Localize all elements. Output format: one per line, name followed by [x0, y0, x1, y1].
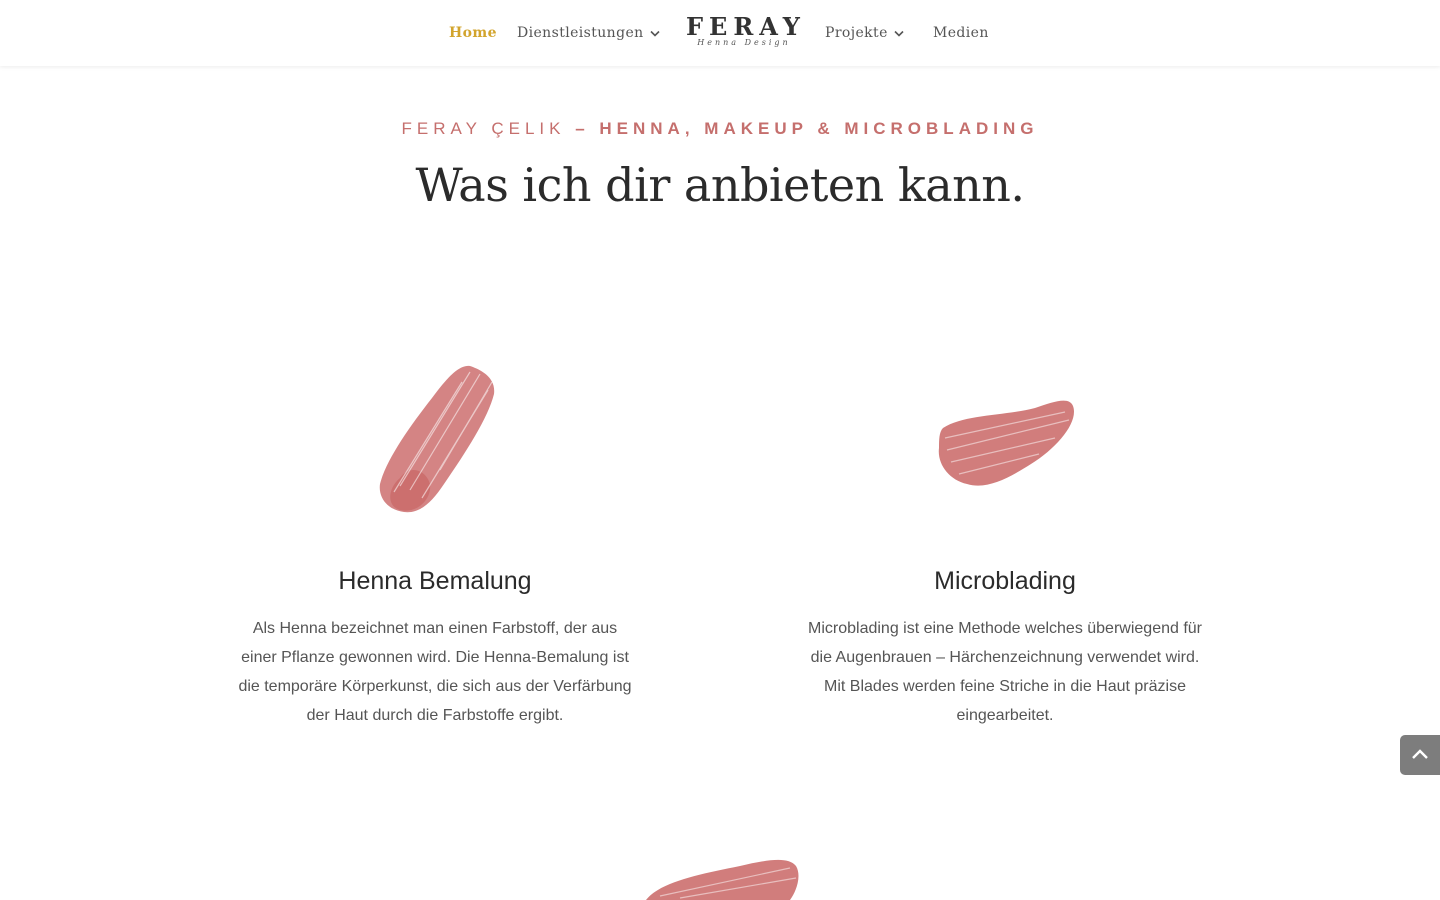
nav-item-label: Dienstleistungen — [517, 25, 644, 41]
page-title: Was ich dir anbieten kann. — [415, 158, 1026, 212]
brush-stroke-icon — [379, 365, 495, 513]
back-to-top-button[interactable] — [1400, 735, 1440, 775]
chevron-down-icon — [649, 22, 660, 44]
nav-item-dienstleistungen[interactable]: Dienstleistungen — [517, 22, 660, 44]
nav-item-label: Projekte — [825, 25, 888, 41]
hero-kicker: FERAY ÇELIK – HENNA, MAKEUP & MICROBLADI… — [0, 119, 1440, 139]
chevron-up-icon — [1412, 749, 1428, 759]
logo-wordmark: FERAY — [686, 12, 806, 41]
chevron-down-icon — [894, 22, 904, 44]
kicker-name: FERAY ÇELIK — [401, 119, 566, 138]
site-logo[interactable]: FERAY Henna Design — [686, 10, 802, 56]
nav-item-projekte[interactable]: Projekte — [825, 22, 904, 44]
kicker-services: HENNA, MAKEUP & MICROBLADING — [599, 119, 1039, 138]
logo-subtitle: Henna Design — [697, 38, 791, 47]
brush-stroke-icon — [938, 400, 1074, 486]
nav-item-home[interactable]: Home — [449, 22, 497, 44]
top-navigation: Home Dienstleistungen FERAY Henna Design… — [0, 0, 1440, 66]
brush-stroke-icon — [646, 859, 799, 900]
service-title-henna: Henna Bemalung — [338, 567, 532, 595]
nav-item-medien[interactable]: Medien — [933, 22, 989, 44]
service-text-henna: Als Henna bezeichnet man einen Farbstoff… — [238, 620, 632, 724]
service-text-microblading: Microblading ist eine Methode welches üb… — [808, 620, 1202, 724]
kicker-separator: – — [565, 119, 600, 138]
service-title-microblading: Microblading — [934, 567, 1076, 595]
